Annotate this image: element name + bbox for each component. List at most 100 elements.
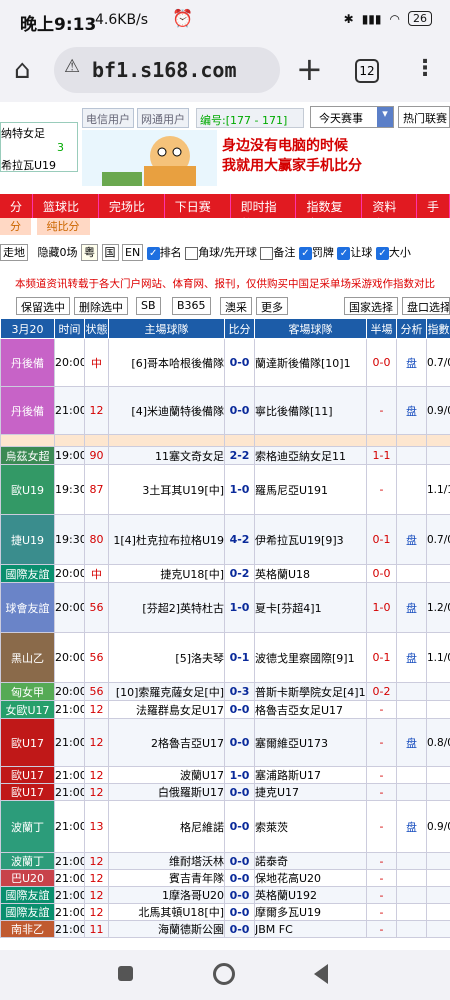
away-team-cell[interactable]: 羅馬尼亞U191 [254,464,367,515]
analysis-cell[interactable] [396,886,427,904]
table-row[interactable]: 黑山乙20:0056[5]洛夫琴0-1波德戈里察國際[9]10-1盘1.1/0.… [0,632,450,683]
note-checkbox[interactable] [260,246,274,260]
table-row[interactable]: 女歐U17 21:00 12 法羅群島女足U17 0-0 格魯吉亞女足U17- [0,700,450,719]
b365-button[interactable]: B365 [172,297,211,315]
nav-item-database[interactable]: 资料库 [362,194,417,231]
analysis-cell[interactable] [396,869,427,887]
keep-selected-button[interactable]: 保留选中 [16,297,70,315]
nav-item-next-day[interactable]: 下日赛程 [165,194,231,231]
away-team-cell[interactable]: JBM FC [254,920,367,938]
away-team-cell[interactable]: 塞爾維亞U173 [254,718,367,767]
home-team-cell[interactable]: 波蘭U17 [108,766,225,784]
away-team-cell[interactable]: 夏卡[芬超4]1 [254,582,367,633]
table-row[interactable]: 捷U19 19:30 80 1[4]杜克拉布拉格U19 4-2 伊希拉瓦U19[9]3 0-… [0,514,450,565]
table-row[interactable]: 巴U20 21:00 12 賓吉青年隊 0-0 保地花高U20- [0,869,450,887]
away-team-cell[interactable]: 蘭達斯後備隊[10]1 [254,338,367,387]
table-row[interactable]: 國際友誼 21:00 12 1摩洛哥U20 0-0 英格蘭U192- [0,886,450,904]
nav-item-finished[interactable]: 完场比分 [99,194,165,231]
away-team-cell[interactable] [254,434,367,447]
away-team-cell[interactable]: 諾泰奇 [254,852,367,870]
corner-checkbox[interactable] [185,246,199,260]
analysis-cell[interactable] [396,852,427,870]
today-select[interactable]: 今天赛事 ▾ [310,106,394,128]
card-checkbox[interactable]: ✓ [298,246,312,260]
nav-item-basketball[interactable]: 篮球比分 [33,194,99,231]
nav-item-odds-review[interactable]: 指数复查 [296,194,363,231]
away-team-cell[interactable]: 英格蘭U192 [254,886,367,904]
lang-english[interactable]: EN [122,244,144,261]
netcom-user-button[interactable]: 网通用户 [137,108,189,128]
macau-button[interactable]: 澳采 [220,297,252,315]
handicap-select-button[interactable]: 盘口选择 [402,297,450,315]
analysis-cell[interactable]: 盘 [396,718,427,767]
table-row[interactable]: 球會友誼20:0056[芬超2]英特杜古1-0夏卡[芬超4]11-0盘1.2/0… [0,582,450,633]
away-team-cell[interactable]: 保地花高U20 [254,869,367,887]
analysis-cell[interactable] [396,766,427,784]
back-icon[interactable] [314,964,328,984]
nav-item-more[interactable]: 手 [417,194,450,218]
more-button[interactable]: 更多 [256,297,288,315]
analysis-cell[interactable] [396,434,427,447]
lang-mandarin[interactable]: 国 [101,244,119,261]
home-team-cell[interactable] [108,434,225,447]
rank-checkbox[interactable]: ✓ [146,246,160,260]
analysis-cell[interactable]: 盘 [396,386,427,435]
handicap-checkbox[interactable]: ✓ [337,246,351,260]
tab-count-button[interactable]: 12 [355,59,379,83]
analysis-cell[interactable] [396,920,427,938]
home-team-cell[interactable]: 白俄羅斯U17 [108,783,225,801]
table-row[interactable]: 波蘭丁 21:00 12 维耐塔沃林 0-0 諾泰奇 - [0,852,450,870]
hide-count[interactable]: 隐藏0场 [38,246,78,259]
nav-item-0[interactable]: 分 [0,194,34,218]
analysis-cell[interactable] [396,783,427,801]
home-team-cell[interactable]: 海蘭德斯公園 [108,920,225,938]
home-team-cell[interactable]: 法羅群島女足U17 [108,700,225,719]
analysis-cell[interactable] [396,682,427,701]
banner-ad[interactable]: 身边没有电脑的时候 我就用大赢家手机比分 [222,136,362,176]
home-team-cell[interactable]: [10]索羅克薩女足[中] [108,682,225,701]
analysis-cell[interactable] [396,446,427,465]
table-row[interactable]: 匈女甲 20:00 56 [10]索羅克薩女足[中] 0-3 普斯卡斯學院女足[4]1 0-… [0,682,450,701]
home-team-cell[interactable]: 2格魯吉亞U17 [108,718,225,767]
away-team-cell[interactable]: 英格蘭U18 [254,564,367,583]
table-row[interactable]: 歐U1721:00122格魯吉亞U170-0塞爾維亞U173-盘0.8/0.8/… [0,718,450,767]
away-team-cell[interactable]: 索萊茨 [254,800,367,853]
analysis-cell[interactable]: 盘 [396,514,427,565]
home-team-cell[interactable]: 北馬其頓U18[中] [108,903,225,921]
table-row[interactable] [0,434,450,447]
away-team-cell[interactable]: 塞浦路斯U17 [254,766,367,784]
home-team-cell[interactable]: [4]米迪蘭特後備隊 [108,386,225,435]
delete-selected-button[interactable]: 删除选中 [74,297,128,315]
home-team-cell[interactable]: 1[4]杜克拉布拉格U19 [108,514,225,565]
analysis-cell[interactable] [396,564,427,583]
away-team-cell[interactable]: 伊希拉瓦U19[9]3 [254,514,367,565]
home-team-cell[interactable]: 格尼維諾 [108,800,225,853]
table-row[interactable]: 烏茲女超 19:00 90 11塞文奇女足 2-2 索格迪亞納女足11 1-1 [0,446,450,465]
home-team-cell[interactable]: 维耐塔沃林 [108,852,225,870]
nav-item-live-odds[interactable]: 即时指数 [231,194,297,231]
home-team-cell[interactable]: 1摩洛哥U20 [108,886,225,904]
table-row[interactable]: 歐U17 21:00 12 波蘭U17 1-0 塞浦路斯U17- [0,766,450,784]
analysis-cell[interactable]: 盘 [396,582,427,633]
sb-button[interactable]: SB [136,297,161,315]
home-team-cell[interactable]: [芬超2]英特杜古 [108,582,225,633]
more-menu-icon[interactable]: ⋮ [414,56,436,81]
live-filter[interactable]: 走地 [0,244,28,261]
hot-league-select[interactable]: 热门联赛 [398,106,450,128]
analysis-cell[interactable]: 盘 [396,338,427,387]
home-team-cell[interactable]: 賓吉青年隊 [108,869,225,887]
analysis-cell[interactable] [396,700,427,719]
lang-cantonese[interactable]: 粤 [81,244,98,261]
analysis-cell[interactable]: 盘 [396,632,427,683]
telecom-user-button[interactable]: 电信用户 [82,108,134,128]
sub-nav-pure-score[interactable]: 纯比分 [36,218,90,235]
home-team-cell[interactable]: 捷克U18[中] [108,564,225,583]
away-team-cell[interactable]: 格魯吉亞女足U17 [254,700,367,719]
table-row[interactable]: 丹後備21:0012[4]米迪蘭特後備隊0-0寧比後備隊[11]-盘0.9/0.… [0,386,450,435]
home-team-cell[interactable]: [5]洛夫琴 [108,632,225,683]
sub-nav-item-0[interactable]: 分 [0,218,31,235]
home-team-cell[interactable]: 11塞文奇女足 [108,446,225,465]
home-team-cell[interactable]: [6]哥本哈根後備隊 [108,338,225,387]
analysis-cell[interactable] [396,464,427,515]
away-team-cell[interactable]: 寧比後備隊[11] [254,386,367,435]
